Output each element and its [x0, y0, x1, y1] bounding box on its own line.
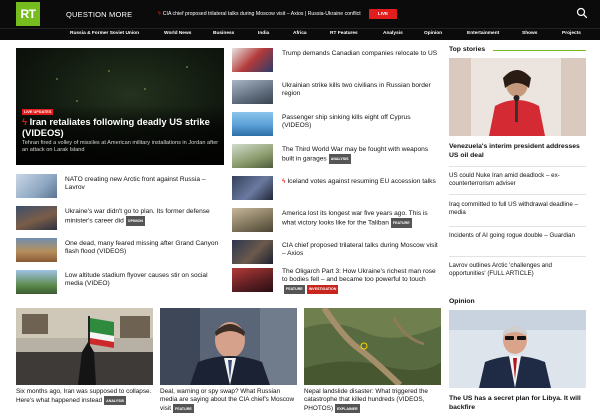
crowd-photo	[16, 308, 153, 385]
story-title-text[interactable]: Six months ago, Iran was supposed to col…	[16, 388, 151, 404]
story-title[interactable]: CIA chief proposed trilateral talks duri…	[282, 242, 440, 259]
feature-image[interactable]	[160, 308, 297, 385]
story-title[interactable]: Trump demands Canadian companies relocat…	[282, 50, 440, 58]
breaking-ticker[interactable]: ϟ CIA chief proposed trilateral talks dur…	[158, 11, 363, 17]
story-tag: INVESTIGATION	[306, 284, 339, 295]
nav-item[interactable]: Business	[213, 31, 234, 36]
story-tag: FEATURE	[284, 284, 305, 295]
top-story-image[interactable]	[449, 58, 586, 136]
story-thumbnail[interactable]	[232, 80, 273, 104]
hero-title-text[interactable]: Iran retaliates following deadly US stri…	[22, 116, 210, 138]
hero-story[interactable]: LIVE UPDATES ϟ Iran retaliates following…	[16, 48, 224, 165]
nav-item[interactable]: Projects	[562, 31, 581, 36]
story-title[interactable]: NATO creating new Arctic front against R…	[65, 176, 223, 193]
night-light	[76, 100, 78, 102]
nav-item[interactable]: Shows	[522, 31, 537, 36]
story-title[interactable]: ϟ Iceland votes against resuming EU acce…	[282, 178, 440, 186]
story-title[interactable]: One dead, many feared missing after Gran…	[65, 240, 223, 257]
nav-item[interactable]: Russia & Former Soviet Union	[70, 31, 139, 36]
list-divider	[449, 256, 586, 257]
story-title[interactable]: Passenger ship sinking kills eight off C…	[282, 114, 440, 131]
portrait-photo	[449, 310, 586, 388]
story-tag: ANALYSIS	[328, 154, 351, 164]
rt-logo[interactable]: RT	[16, 2, 40, 26]
top-bar: RT QUESTION MORE ϟ CIA chief proposed tri…	[0, 0, 600, 28]
nav-item[interactable]: RT Features	[330, 31, 358, 36]
story-thumbnail[interactable]	[16, 238, 57, 262]
story-thumbnail[interactable]	[232, 240, 273, 264]
bolt-icon: ϟ	[22, 116, 30, 127]
story-title[interactable]: The Third World War may be fought with w…	[282, 146, 440, 164]
search-icon[interactable]	[576, 7, 588, 19]
story-title[interactable]: Low altitude stadium flyover causes stir…	[65, 272, 223, 289]
story-title[interactable]: Six months ago, Iran was supposed to col…	[16, 388, 153, 405]
hero-title[interactable]: ϟ Iran retaliates following deadly US st…	[22, 116, 220, 138]
list-divider	[449, 166, 586, 167]
story-tag: FEATURE	[390, 218, 412, 228]
top-story-item[interactable]: Lavrov outlines Arctic 'challenges and o…	[449, 262, 586, 278]
story-tag: OPINION	[125, 216, 145, 226]
top-story-item[interactable]: Incidents of AI going rogue double – Gua…	[449, 232, 586, 240]
story-title-text[interactable]: The Oligarch Part 3: How Ukraine's riche…	[282, 268, 436, 283]
nav-item[interactable]: Analysis	[383, 31, 403, 36]
story-thumbnail[interactable]	[232, 112, 273, 136]
story-title[interactable]: Ukrainian strike kills two civilians in …	[282, 82, 440, 99]
story-title[interactable]: Deal, warning or spy swap? What Russian …	[160, 388, 297, 413]
portrait-photo	[449, 58, 586, 136]
top-story-lead[interactable]: Venezuela's interim president addresses …	[449, 143, 586, 160]
story-thumbnail[interactable]	[232, 268, 273, 292]
story-thumbnail[interactable]	[232, 48, 273, 72]
night-light	[186, 66, 188, 68]
list-divider	[449, 226, 586, 227]
story-title-text[interactable]: Iceland votes against resuming EU access…	[287, 178, 435, 185]
ticker-text[interactable]: CIA chief proposed trilateral talks duri…	[163, 11, 361, 17]
story-thumbnail[interactable]	[16, 174, 57, 198]
nav-item[interactable]: Opinion	[424, 31, 442, 36]
list-divider	[449, 194, 586, 195]
feature-image[interactable]	[16, 308, 153, 385]
nav-item[interactable]: India	[258, 31, 269, 36]
night-light	[144, 88, 146, 90]
story-thumbnail[interactable]	[232, 208, 273, 232]
nav-item[interactable]: World News	[164, 31, 191, 36]
feature-image[interactable]	[304, 308, 441, 385]
opinion-image[interactable]	[449, 310, 586, 388]
story-thumbnail[interactable]	[232, 144, 273, 168]
story-thumbnail[interactable]	[232, 176, 273, 200]
live-updates-badge: LIVE UPDATES	[22, 109, 54, 115]
terrain-photo	[304, 308, 441, 385]
story-tag: FEATURE	[173, 404, 194, 413]
story-thumbnail[interactable]	[16, 270, 57, 294]
tagline: QUESTION MORE	[66, 10, 133, 19]
live-button[interactable]: LIVE	[369, 9, 397, 19]
story-title-text[interactable]: The Third World War may be fought with w…	[282, 146, 428, 163]
opinion-heading: Opinion	[449, 298, 475, 305]
night-light	[108, 70, 110, 72]
story-tag: ANALYSIS	[104, 396, 126, 405]
top-story-item[interactable]: US could Nuke Iran amid deadlock – ex-co…	[449, 172, 586, 188]
story-title[interactable]: The Oligarch Part 3: How Ukraine's riche…	[282, 268, 440, 295]
story-title-text[interactable]: Nepal landslide disaster: What triggered…	[304, 388, 428, 412]
story-title[interactable]: Ukraine's war didn't go to plan. Its for…	[65, 208, 223, 226]
story-tag: EXPLAINER	[335, 404, 360, 413]
nav-item[interactable]: Entertainment	[467, 31, 499, 36]
portrait-photo	[160, 308, 297, 385]
story-thumbnail[interactable]	[16, 206, 57, 230]
bolt-icon: ϟ	[158, 11, 161, 17]
story-title[interactable]: America lost its longest war five years …	[282, 210, 440, 228]
story-title[interactable]: Nepal landslide disaster: What triggered…	[304, 388, 441, 413]
hero-subtitle: Tehran fired a volley of missiles at Ame…	[22, 140, 219, 153]
top-story-item[interactable]: Iraq committed to full US withdrawal dea…	[449, 201, 586, 217]
nav-item[interactable]: Africa	[293, 31, 307, 36]
section-divider	[493, 50, 586, 51]
top-stories-heading: Top stories	[449, 46, 486, 53]
main-nav: Russia & Former Soviet Union World News …	[0, 28, 600, 40]
opinion-title[interactable]: The US has a secret plan for Libya. It w…	[449, 395, 586, 412]
night-light	[56, 78, 58, 80]
